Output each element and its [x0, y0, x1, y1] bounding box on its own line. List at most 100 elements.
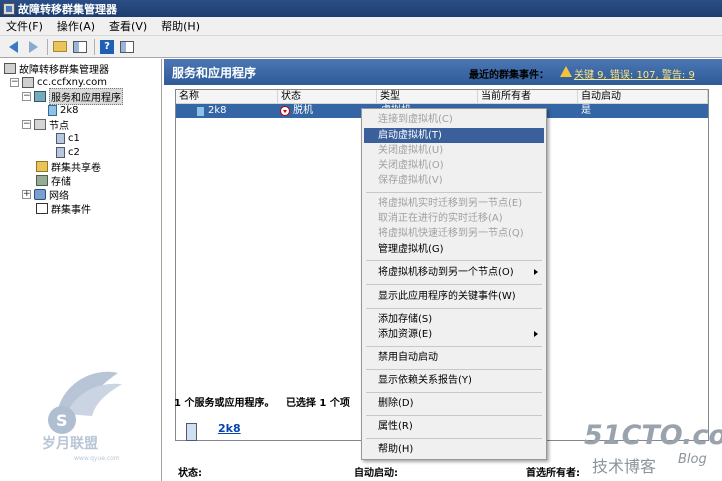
submenu-arrow-icon	[534, 331, 538, 337]
menu-turnoff-vm: 关闭虚拟机(O)	[378, 160, 444, 171]
toolbar-separator	[94, 38, 95, 55]
menu-separator	[366, 284, 542, 285]
tree-item-cluster-events[interactable]: 群集事件	[36, 201, 91, 216]
tree-item-label: 网络	[49, 190, 69, 202]
row-autostart: 是	[581, 105, 591, 116]
tree-item-label: c2	[68, 146, 80, 158]
menu-view[interactable]: 查看(V)	[109, 18, 147, 34]
up-folder-button[interactable]	[51, 38, 69, 56]
server-icon	[56, 146, 65, 158]
page-title: 服务和应用程序	[172, 65, 257, 80]
detail-vm-link[interactable]: 2k8	[218, 422, 241, 435]
column-owner[interactable]: 当前所有者	[478, 90, 578, 104]
menu-help[interactable]: 帮助(H)	[364, 442, 544, 457]
collapse-icon[interactable]: −	[10, 77, 19, 87]
watermark-subtitle: 技术博客	[592, 457, 657, 476]
menu-disable-autostart[interactable]: 禁用自动启动	[364, 350, 544, 365]
tree-item-node-c2[interactable]: c2	[56, 145, 80, 159]
menu-properties[interactable]: 属性(R)	[364, 419, 544, 434]
menu-delete[interactable]: 删除(D)	[364, 396, 544, 411]
column-name[interactable]: 名称	[176, 90, 278, 104]
menu-separator	[366, 346, 542, 347]
menu-dependency-report[interactable]: 显示依赖关系报告(Y)	[364, 373, 544, 388]
collapse-icon[interactable]: −	[22, 119, 31, 129]
tree-item-nodes[interactable]: − 节点	[22, 117, 69, 132]
tree-item-label: c1	[68, 132, 80, 144]
tree-item-label: 节点	[49, 120, 69, 132]
summary-count: 1 个服务或应用程序。	[174, 398, 275, 409]
cluster-manager-icon	[4, 62, 16, 74]
status-field-label: 状态:	[178, 468, 202, 479]
menu-file[interactable]: 文件(F)	[6, 18, 43, 34]
menu-start-vm[interactable]: 启动虚拟机(T)	[364, 128, 544, 143]
warning-icon	[560, 66, 572, 77]
menu-shutdown-vm: 关闭虚拟机(U)	[378, 145, 444, 156]
autostart-field-label: 自动启动:	[354, 468, 398, 479]
tree-item-storage[interactable]: 存储	[36, 173, 71, 188]
virtual-machine-icon	[196, 105, 205, 117]
tree-item-root[interactable]: 故障转移群集管理器	[4, 61, 109, 76]
tree-item-label: 服务和应用程序	[49, 87, 123, 105]
watermark-logo-name: 岁月联盟	[42, 435, 98, 452]
summary-line: 1 个服务或应用程序。 已选择 1 个项	[174, 394, 358, 409]
forward-button[interactable]	[24, 38, 42, 56]
nodes-icon	[34, 118, 46, 130]
menu-move-vm-node[interactable]: 将虚拟机移动到另一个节点(O)	[364, 265, 544, 280]
collapse-icon[interactable]: −	[22, 91, 31, 101]
menu-separator	[366, 260, 542, 261]
help-icon: ?	[100, 39, 114, 54]
network-icon	[34, 188, 46, 200]
tree-item-shared-volumes[interactable]: 群集共享卷	[36, 159, 101, 174]
services-apps-icon	[34, 90, 46, 102]
column-type[interactable]: 类型	[377, 90, 478, 104]
column-autostart[interactable]: 自动启动	[578, 90, 708, 104]
cluster-manager-icon	[3, 2, 15, 15]
menu-action[interactable]: 操作(A)	[57, 18, 95, 34]
tree-item-label: 存储	[51, 176, 71, 188]
summary-selected: 已选择 1 个项	[285, 398, 350, 409]
tree-item-vm-2k8[interactable]: 2k8	[48, 103, 79, 117]
column-status[interactable]: 状态	[278, 90, 377, 104]
tree-item-label: cc.ccfxny.com	[37, 76, 107, 88]
cluster-icon	[22, 76, 34, 88]
menu-separator	[366, 369, 542, 370]
action-pane-icon	[120, 40, 134, 53]
virtual-machine-icon	[186, 423, 197, 441]
menu-separator	[366, 392, 542, 393]
menu-show-critical-events[interactable]: 显示此应用程序的关键事件(W)	[364, 289, 544, 304]
recent-events-link[interactable]: 关键 9, 错误: 107, 警告: 9	[574, 66, 695, 81]
menu-separator	[366, 415, 542, 416]
menu-separator	[366, 308, 542, 309]
tree-item-networks[interactable]: + 网络	[22, 187, 69, 202]
show-hide-tree-button[interactable]	[71, 38, 89, 56]
offline-icon	[280, 106, 290, 116]
row-name: 2k8	[208, 105, 227, 116]
tree-item-label: 2k8	[60, 104, 79, 116]
shared-volume-icon	[36, 160, 48, 172]
help-button[interactable]: ?	[98, 38, 116, 56]
menu-save-vm: 保存虚拟机(V)	[378, 175, 443, 186]
forward-arrow-icon	[28, 40, 38, 53]
folder-up-icon	[53, 41, 67, 52]
back-button[interactable]	[4, 38, 22, 56]
expand-icon[interactable]: +	[22, 189, 31, 199]
menu-add-resource-label: 添加资源(E)	[378, 329, 433, 340]
show-action-pane-button[interactable]	[118, 38, 136, 56]
tree-item-services-apps[interactable]: − 服务和应用程序	[22, 87, 123, 105]
tree-item-label: 故障转移群集管理器	[19, 64, 109, 76]
row-name-cell: 2k8	[196, 104, 227, 118]
menu-bar: 文件(F) 操作(A) 查看(V) 帮助(H)	[0, 17, 722, 36]
watermark-site: 51CTO.com	[584, 420, 722, 451]
menu-add-resource[interactable]: 添加资源(E)	[364, 327, 544, 342]
watermark-logo-site: www.qyue.com	[74, 455, 120, 462]
tree-item-node-c1[interactable]: c1	[56, 131, 80, 145]
event-log-icon	[36, 202, 48, 214]
window-title-bar: 故障转移群集管理器	[0, 0, 722, 17]
menu-separator	[366, 192, 542, 193]
menu-help[interactable]: 帮助(H)	[161, 18, 200, 34]
menu-add-storage[interactable]: 添加存储(S)	[364, 312, 544, 327]
menu-manage-vm[interactable]: 管理虚拟机(G)	[364, 242, 544, 257]
menu-live-migrate: 将虚拟机实时迁移到另一节点(E)	[378, 198, 523, 209]
back-arrow-icon	[8, 40, 18, 53]
tree-item-label: 群集共享卷	[51, 162, 101, 174]
